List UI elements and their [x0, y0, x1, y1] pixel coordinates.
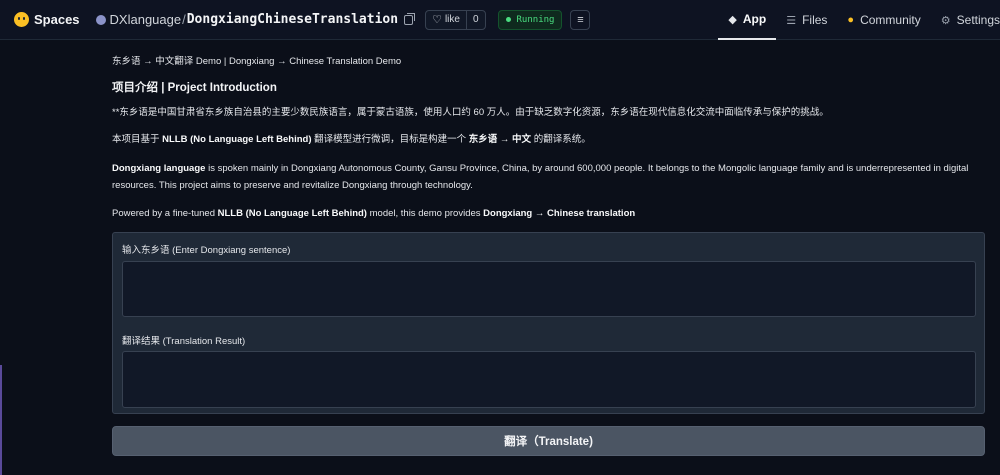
- tab-settings-label: Settings: [956, 13, 1000, 27]
- input-label: 输入东乡语 (Enter Dongxiang sentence): [122, 245, 291, 256]
- translation-output[interactable]: [122, 351, 976, 408]
- text-bold: Dongxiang language: [112, 163, 206, 174]
- gear-icon: ⚙: [940, 14, 951, 27]
- translate-button[interactable]: 翻译（Translate): [112, 426, 985, 456]
- space-nav: ◆ App ☰ Files ● Community ⚙ Settings: [718, 0, 1000, 40]
- community-icon: ●: [847, 14, 855, 26]
- huggingface-logo-icon: [14, 12, 29, 27]
- owner-link[interactable]: DXlanguage: [110, 12, 182, 27]
- tab-files-label: Files: [802, 13, 828, 27]
- tab-settings[interactable]: ⚙ Settings: [931, 0, 1000, 40]
- tab-app[interactable]: ◆ App: [718, 0, 777, 40]
- status-dot-icon: [505, 17, 511, 22]
- bottom-strip: [0, 463, 1000, 475]
- text-bold: Dongxiang → Chinese translation: [483, 208, 636, 219]
- like-label: like: [444, 14, 460, 25]
- text-segment: 本项目基于: [112, 134, 163, 145]
- tab-app-label: App: [742, 12, 767, 26]
- demo-title: 东乡语 → 中文翻译 Demo | Dongxiang → Chinese Tr…: [112, 56, 402, 67]
- intro-paragraph-chinese: **东乡语是中国甘肃省东乡族自治县的主要少数民族语言，属于蒙古语族，使用人口约 …: [112, 107, 829, 118]
- copy-icon[interactable]: [404, 12, 416, 25]
- status-badge[interactable]: Running: [497, 9, 563, 30]
- intro-heading: 项目介绍 | Project Introduction: [112, 82, 277, 94]
- text-bold: NLLB (No Language Left Behind): [217, 208, 367, 219]
- like-count: 0: [465, 10, 485, 29]
- status-label: Running: [516, 14, 555, 25]
- text-segment: Powered by a fine-tuned: [112, 208, 218, 219]
- window-edge: [0, 365, 2, 475]
- spaces-label: Spaces: [34, 12, 80, 27]
- text-segment: 翻译模型进行微调，目标是构建一个: [311, 134, 469, 145]
- intro-paragraph-english: Dongxiang language is spoken mainly in D…: [112, 160, 986, 194]
- spaces-brand[interactable]: Spaces: [14, 12, 80, 27]
- tab-files[interactable]: ☰ Files: [776, 0, 837, 40]
- owner-avatar: [95, 14, 106, 25]
- translation-panel: 输入东乡语 (Enter Dongxiang sentence) 翻译结果 (T…: [112, 232, 985, 414]
- options-menu-button[interactable]: ≡: [570, 9, 591, 30]
- tab-community-label: Community: [860, 13, 921, 27]
- text-segment: is spoken mainly in Dongxiang Autonomous…: [112, 163, 969, 191]
- text-bold: NLLB (No Language Left Behind): [162, 134, 312, 145]
- repo-name[interactable]: DongxiangChineseTranslation: [187, 12, 398, 27]
- powered-by-paragraph: Powered by a fine-tuned NLLB (No Languag…: [112, 205, 986, 222]
- dongxiang-input[interactable]: [122, 261, 976, 317]
- menu-lines-icon: ≡: [577, 13, 584, 26]
- top-bar: Spaces DXlanguage / DongxiangChineseTran…: [0, 0, 1000, 40]
- project-basis-paragraph: 本项目基于 NLLB (No Language Left Behind) 翻译模…: [112, 131, 986, 148]
- cube-icon: ◆: [728, 13, 737, 26]
- text-bold: 东乡语 → 中文: [468, 134, 532, 145]
- text-segment: model, this demo provides: [366, 208, 484, 219]
- output-label: 翻译结果 (Translation Result): [122, 336, 246, 347]
- files-icon: ☰: [786, 14, 797, 27]
- path-separator: /: [182, 12, 186, 27]
- text-segment: 的翻译系统。: [531, 134, 591, 145]
- heart-icon: ♡: [432, 14, 442, 26]
- like-button[interactable]: ♡ like 0: [425, 9, 486, 30]
- tab-community[interactable]: ● Community: [837, 0, 930, 40]
